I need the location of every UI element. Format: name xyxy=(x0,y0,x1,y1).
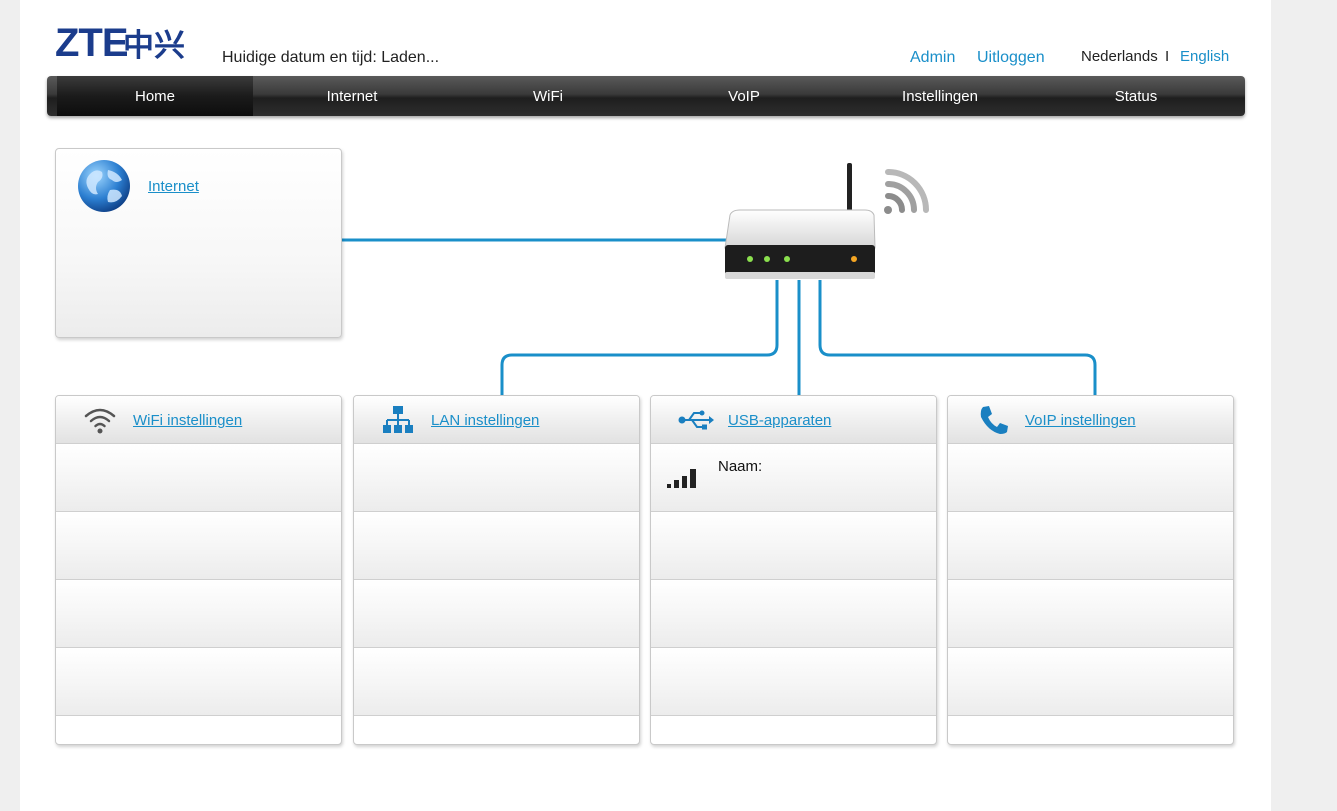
wifi-icon xyxy=(84,408,116,434)
voip-panel: VoIP instellingen xyxy=(947,395,1234,745)
lan-panel: LAN instellingen xyxy=(353,395,640,745)
list-item xyxy=(354,580,639,648)
list-item xyxy=(948,512,1233,580)
list-item xyxy=(651,580,936,648)
internet-card: Internet xyxy=(55,148,342,338)
list-item xyxy=(948,648,1233,716)
wifi-panel-header: WiFi instellingen xyxy=(56,396,341,444)
list-item xyxy=(651,512,936,580)
list-item xyxy=(56,648,341,716)
usb-panel: USB-apparaten Naam: xyxy=(650,395,937,745)
phone-icon xyxy=(980,406,1008,434)
voip-settings-link[interactable]: VoIP instellingen xyxy=(1025,412,1136,429)
list-item xyxy=(56,580,341,648)
signal-bars-icon xyxy=(667,469,696,488)
list-item xyxy=(354,512,639,580)
router-icon xyxy=(724,163,929,279)
lan-icon xyxy=(383,406,413,433)
usb-devices-link[interactable]: USB-apparaten xyxy=(728,412,831,429)
list-item xyxy=(948,444,1233,512)
internet-link[interactable]: Internet xyxy=(148,178,199,195)
wifi-settings-link[interactable]: WiFi instellingen xyxy=(133,412,242,429)
page: ZTE 中兴 Huidige datum en tijd: Laden... A… xyxy=(20,0,1271,811)
usb-device-row: Naam: xyxy=(651,444,936,512)
usb-name-label: Naam: xyxy=(718,458,763,475)
wifi-panel: WiFi instellingen xyxy=(55,395,342,745)
list-item xyxy=(56,512,341,580)
lan-settings-link[interactable]: LAN instellingen xyxy=(431,412,539,429)
list-item xyxy=(56,444,341,512)
lan-panel-header: LAN instellingen xyxy=(354,396,639,444)
list-item xyxy=(354,648,639,716)
globe-icon xyxy=(78,160,130,212)
list-item xyxy=(354,444,639,512)
voip-panel-header: VoIP instellingen xyxy=(948,396,1233,444)
list-item xyxy=(651,648,936,716)
usb-icon xyxy=(678,410,714,430)
usb-panel-header: USB-apparaten xyxy=(651,396,936,444)
list-item xyxy=(948,580,1233,648)
